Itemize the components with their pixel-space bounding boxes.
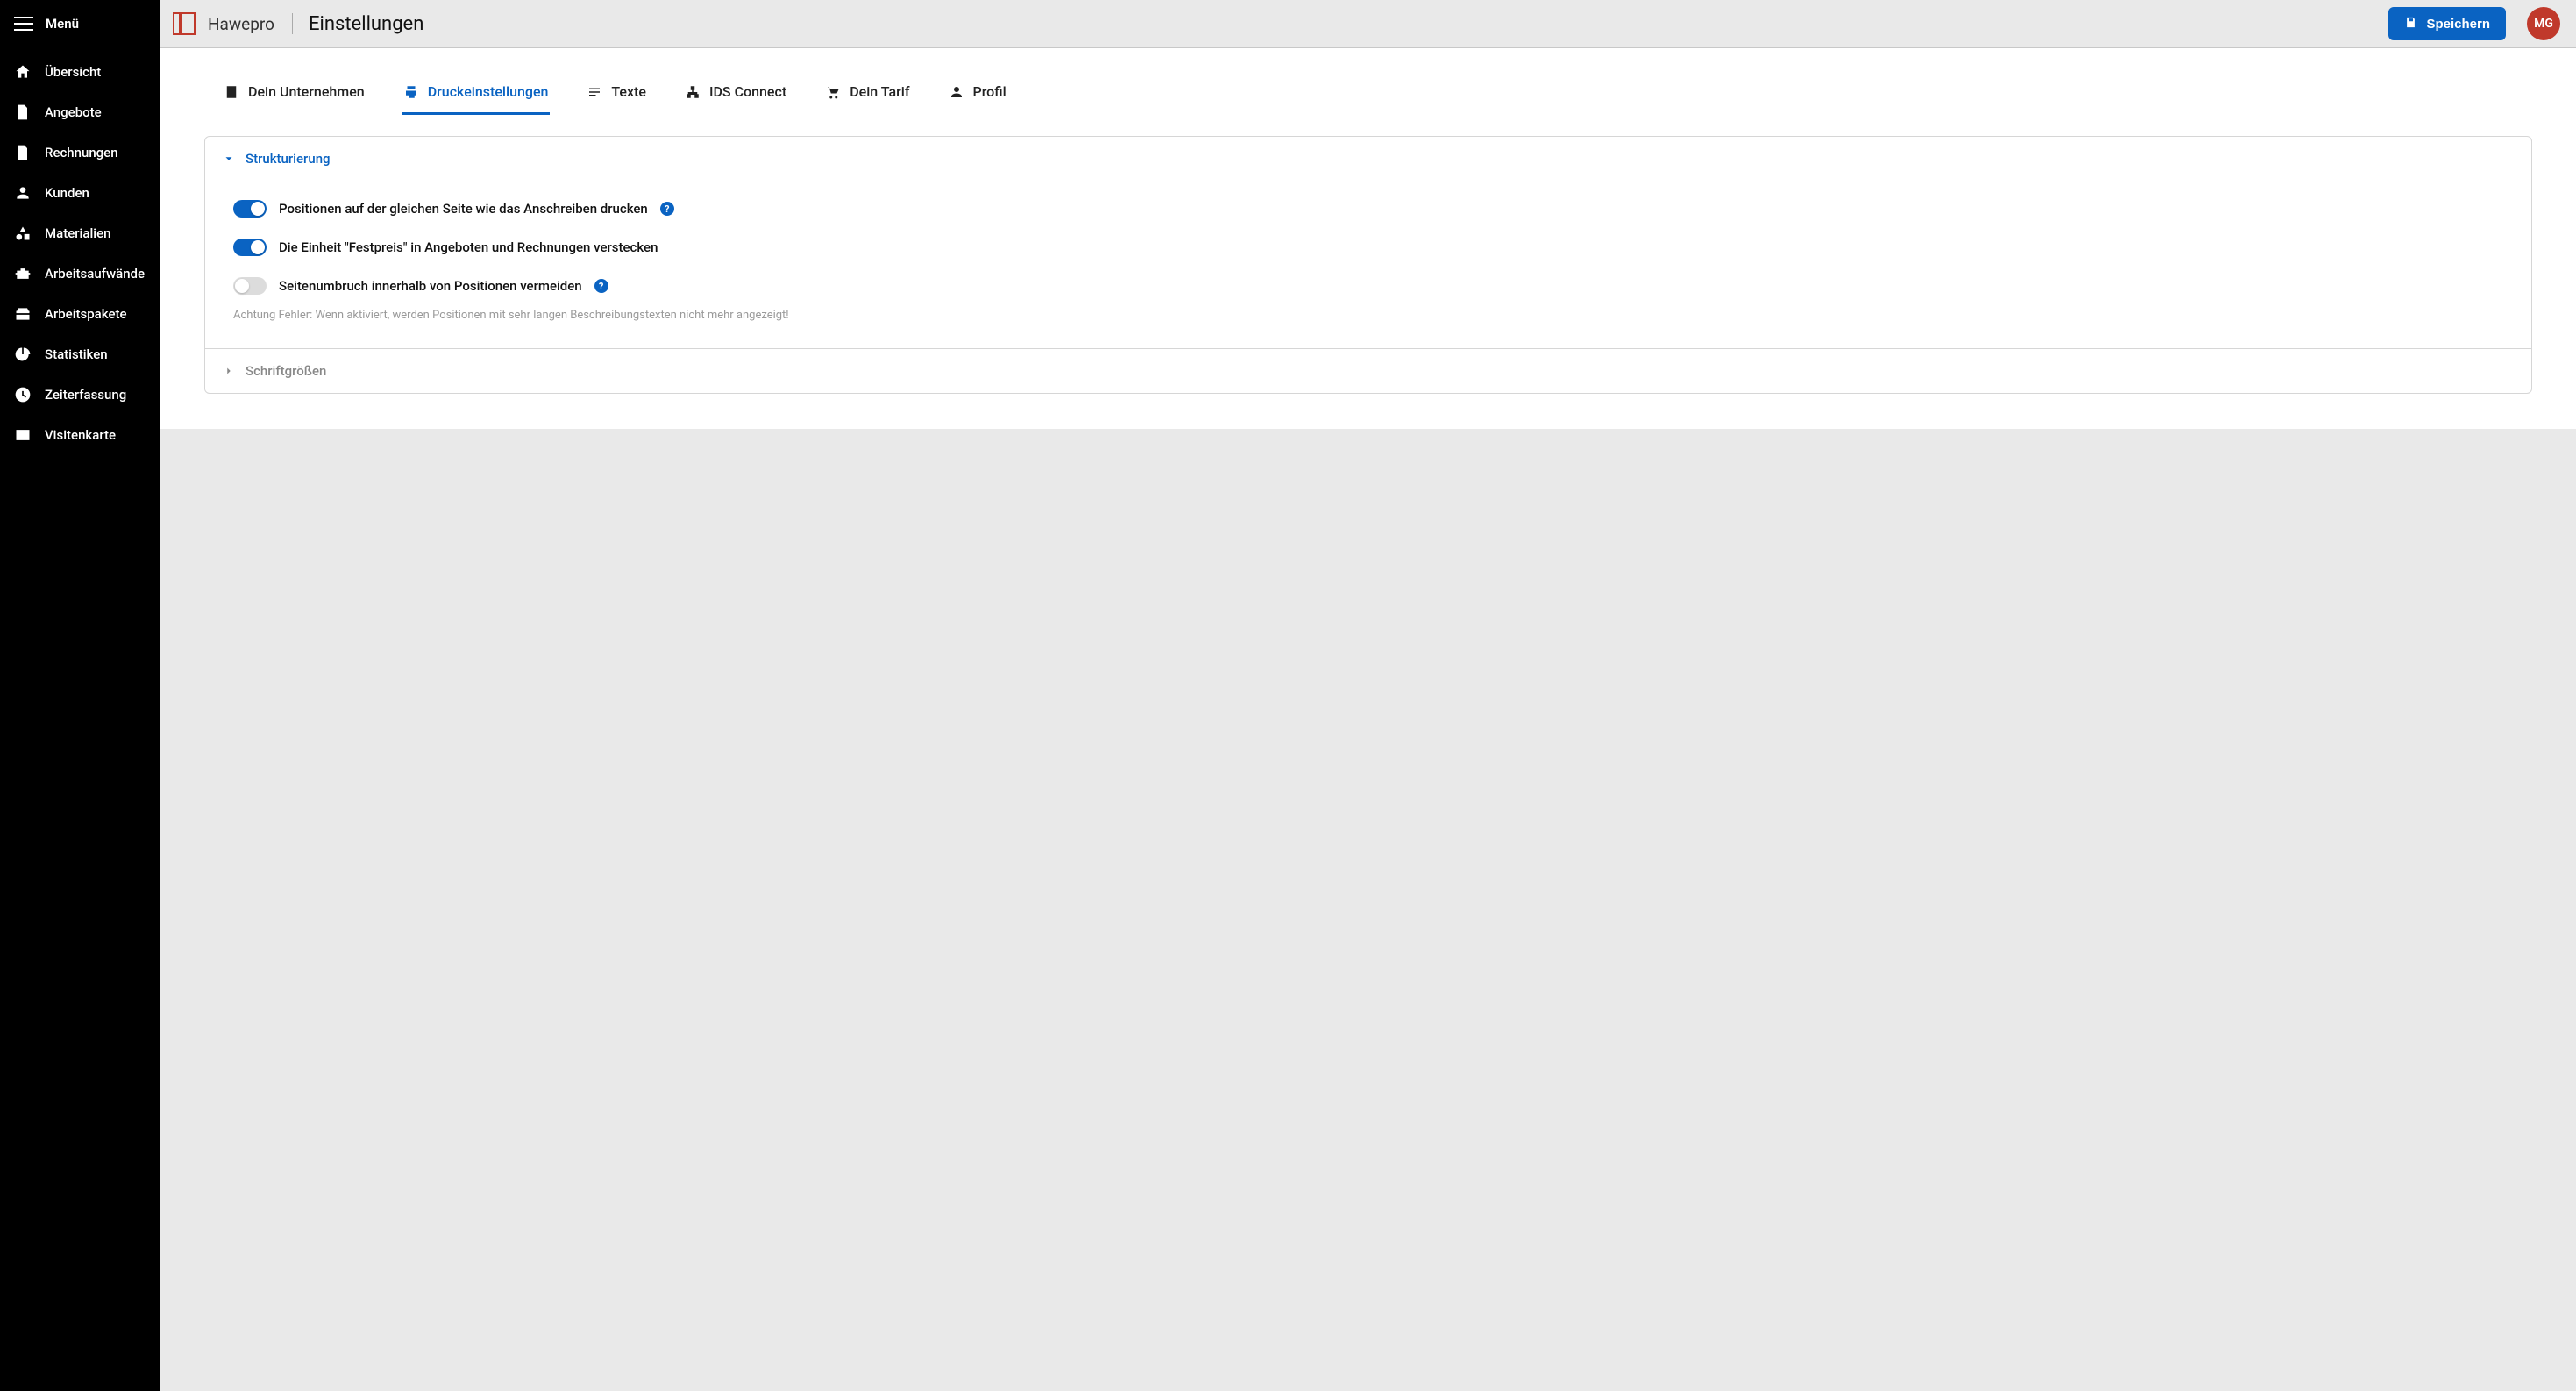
content-area: Dein Unternehmen Druckeinstellungen Text… [160, 48, 2576, 429]
panel-title: Strukturierung [246, 151, 331, 167]
sidebar-item-materialien[interactable]: Materialien [0, 213, 160, 253]
save-button[interactable]: Speichern [2388, 7, 2506, 40]
save-icon [2404, 16, 2417, 32]
sidebar-item-arbeitsaufwaende[interactable]: Arbeitsaufwände [0, 253, 160, 294]
caret-down-icon [223, 153, 235, 165]
sidebar-item-kunden[interactable]: Kunden [0, 173, 160, 213]
tab-texte[interactable]: Texte [585, 76, 648, 115]
home-icon [13, 62, 32, 82]
setting-row: Positionen auf der gleichen Seite wie da… [233, 189, 2503, 228]
brand-name: Hawepro [208, 14, 274, 34]
pie-chart-icon [13, 345, 32, 364]
panel-strukturierung: Strukturierung Positionen auf der gleich… [205, 137, 2531, 349]
tab-label: IDS Connect [709, 83, 786, 100]
sidebar-item-label: Arbeitspakete [45, 306, 127, 322]
tab-dein-unternehmen[interactable]: Dein Unternehmen [222, 76, 366, 115]
tab-label: Dein Tarif [850, 83, 909, 100]
text-icon [587, 84, 602, 100]
toolbox-icon [13, 264, 32, 283]
empty-area [160, 429, 2576, 1391]
avatar[interactable]: MG [2527, 7, 2560, 40]
toggle-seitenumbruch-vermeiden[interactable] [233, 277, 267, 295]
clock-icon [13, 385, 32, 404]
sidebar-nav: Übersicht Angebote Rechnungen Kunden [0, 48, 160, 455]
sidebar-item-label: Statistiken [45, 346, 108, 362]
panel-title: Schriftgrößen [246, 363, 326, 379]
main: Hawepro Einstellungen Speichern MG Dein … [160, 0, 2576, 1391]
print-icon [403, 84, 419, 100]
title-divider [292, 13, 293, 34]
setting-row: Die Einheit "Festpreis" in Angeboten und… [233, 228, 2503, 267]
settings-panels: Strukturierung Positionen auf der gleich… [204, 136, 2532, 394]
sidebar-item-uebersicht[interactable]: Übersicht [0, 52, 160, 92]
network-icon [685, 84, 701, 100]
sidebar-item-visitenkarte[interactable]: Visitenkarte [0, 415, 160, 455]
sidebar: Menü Übersicht Angebote Rechnungen [0, 0, 160, 1391]
package-icon [13, 304, 32, 324]
sidebar-item-label: Zeiterfassung [45, 387, 126, 403]
tab-label: Profil [973, 83, 1007, 100]
tab-label: Texte [611, 83, 646, 100]
sidebar-item-label: Visitenkarte [45, 427, 116, 443]
sidebar-item-angebote[interactable]: Angebote [0, 92, 160, 132]
tab-dein-tarif[interactable]: Dein Tarif [823, 76, 911, 115]
sidebar-item-label: Materialien [45, 225, 110, 241]
tab-ids-connect[interactable]: IDS Connect [683, 76, 788, 115]
tab-label: Dein Unternehmen [248, 83, 365, 100]
cart-icon [825, 84, 841, 100]
shapes-icon [13, 224, 32, 243]
panel-body-strukturierung: Positionen auf der gleichen Seite wie da… [205, 181, 2531, 348]
tab-druckeinstellungen[interactable]: Druckeinstellungen [402, 76, 551, 115]
topbar: Hawepro Einstellungen Speichern MG [160, 0, 2576, 48]
sidebar-item-label: Übersicht [45, 64, 101, 80]
document-icon [13, 103, 32, 122]
sidebar-item-label: Angebote [45, 104, 102, 120]
sidebar-item-rechnungen[interactable]: Rechnungen [0, 132, 160, 173]
setting-label: Seitenumbruch innerhalb von Positionen v… [279, 278, 582, 294]
tab-label: Druckeinstellungen [428, 83, 549, 100]
sidebar-item-label: Rechnungen [45, 145, 118, 160]
profile-icon [949, 84, 964, 100]
caret-right-icon [223, 365, 235, 377]
panel-header-schriftgroessen[interactable]: Schriftgrößen [205, 349, 2531, 393]
setting-label: Positionen auf der gleichen Seite wie da… [279, 201, 648, 217]
menu-label: Menü [46, 16, 79, 32]
save-button-label: Speichern [2426, 17, 2490, 32]
panel-note: Achtung Fehler: Wenn aktiviert, werden P… [233, 305, 2503, 322]
sidebar-item-arbeitspakete[interactable]: Arbeitspakete [0, 294, 160, 334]
page-title: Einstellungen [309, 13, 423, 35]
invoice-icon [13, 143, 32, 162]
building-icon [224, 84, 239, 100]
person-icon [13, 183, 32, 203]
help-icon[interactable]: ? [660, 202, 674, 216]
menu-icon[interactable] [14, 17, 33, 31]
sidebar-item-label: Kunden [45, 185, 89, 201]
brand-logo-icon [173, 12, 196, 35]
panel-header-strukturierung[interactable]: Strukturierung [205, 137, 2531, 181]
sidebar-item-label: Arbeitsaufwände [45, 266, 145, 282]
sidebar-header: Menü [0, 0, 160, 48]
settings-tabs: Dein Unternehmen Druckeinstellungen Text… [204, 48, 2532, 115]
panel-schriftgroessen: Schriftgrößen [205, 349, 2531, 393]
sidebar-item-statistiken[interactable]: Statistiken [0, 334, 160, 374]
help-icon[interactable]: ? [594, 279, 608, 293]
toggle-festpreis-verstecken[interactable] [233, 239, 267, 256]
toggle-positionen-anschreiben[interactable] [233, 200, 267, 218]
card-icon [13, 425, 32, 445]
setting-label: Die Einheit "Festpreis" in Angeboten und… [279, 239, 658, 255]
sidebar-item-zeiterfassung[interactable]: Zeiterfassung [0, 374, 160, 415]
tab-profil[interactable]: Profil [947, 76, 1008, 115]
setting-row: Seitenumbruch innerhalb von Positionen v… [233, 267, 2503, 305]
